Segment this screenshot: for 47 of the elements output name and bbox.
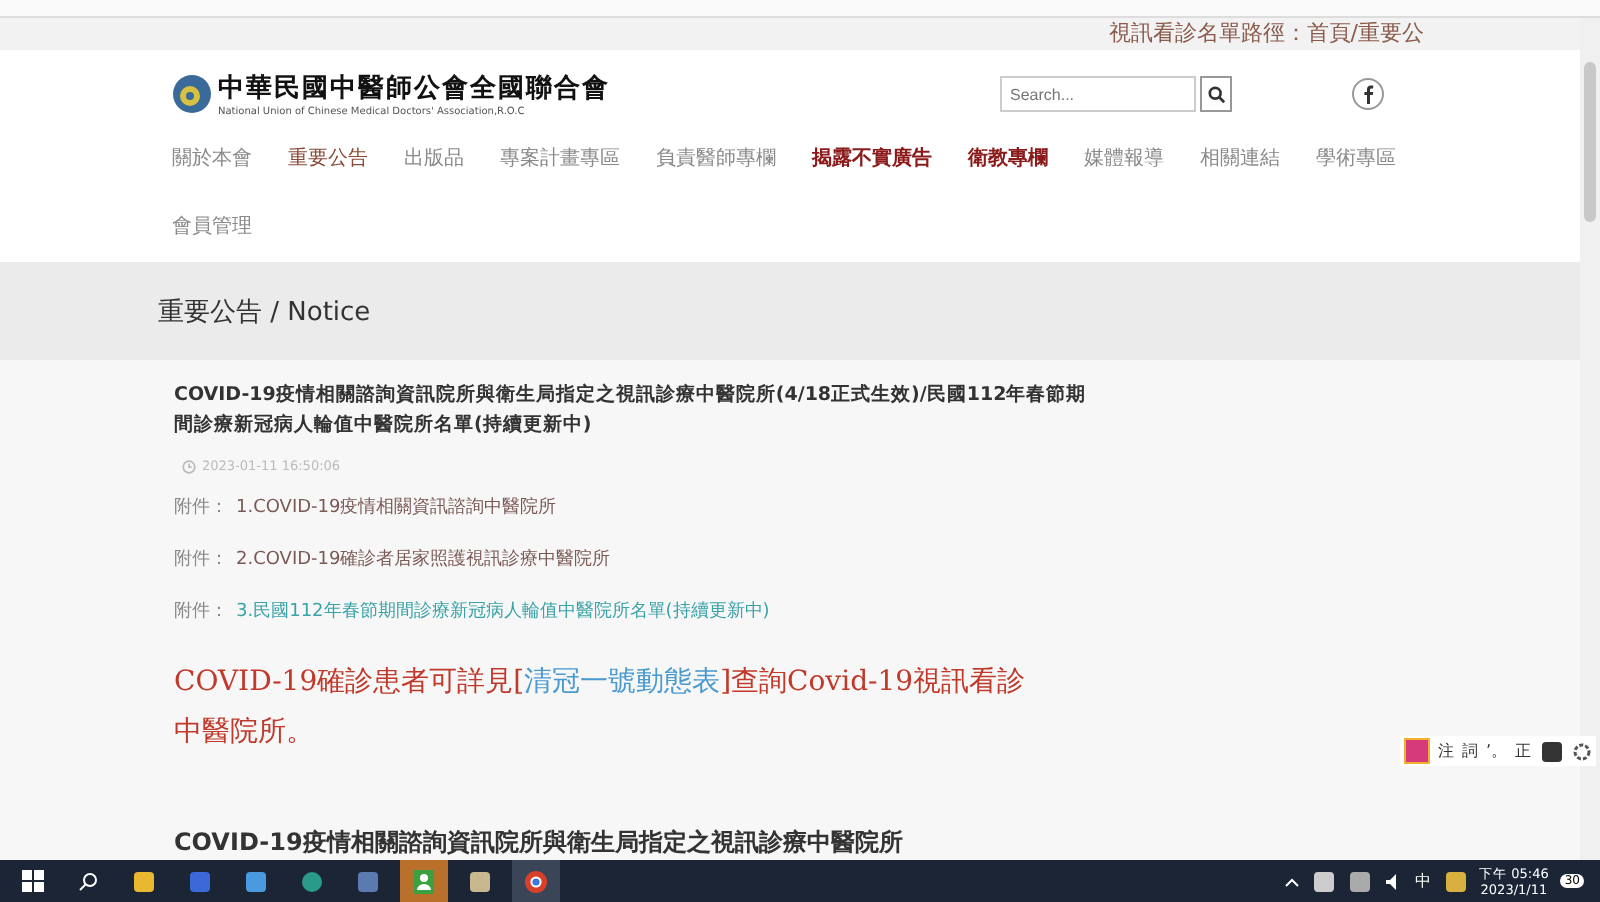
attachment-label: 附件： — [174, 599, 228, 626]
nav-link[interactable]: 衛教專欄 — [968, 126, 1084, 194]
ime-button[interactable]: ’。 — [1486, 740, 1508, 762]
settings-icon[interactable] — [1571, 741, 1592, 761]
tray-icon — [1311, 869, 1336, 893]
nav-link[interactable]: 關於本會 — [172, 126, 288, 194]
chevron-up-icon[interactable] — [1283, 875, 1300, 887]
windows-icon — [21, 870, 43, 892]
chrome-app-button[interactable] — [512, 860, 560, 902]
person-icon — [414, 869, 434, 893]
input-language[interactable]: 中 — [1415, 870, 1432, 892]
post-title: COVID-19疫情相關諮詢資訊院所與衛生局指定之視訊診療中醫院所(4/18正式生效)/民國112年春節期間診療新冠病人輪值中醫院所名單(持續更新中) — [174, 381, 1089, 440]
scrollbar[interactable] — [1580, 18, 1600, 860]
app-icon — [188, 869, 212, 893]
marquee-text: 視訊看診名單路徑：首頁/重要公 — [1108, 18, 1424, 50]
toolbar-icon — [1539, 739, 1564, 763]
nav-link[interactable]: 相關連結 — [1200, 126, 1316, 194]
nav-link[interactable]: 媒體報導 — [1084, 126, 1200, 194]
facebook-button[interactable] — [1352, 78, 1384, 110]
search-button[interactable] — [1200, 76, 1232, 112]
next-post-title: COVID-19疫情相關諮詢資訊院所與衛生局指定之視訊診療中醫院所 — [174, 826, 905, 860]
nav-link[interactable]: 負責醫師專欄 — [656, 126, 812, 194]
nav-link[interactable]: 會員管理 — [172, 194, 288, 262]
attachment-link[interactable]: 2.COVID-19確診者居家照護視訊診療中醫院所 — [236, 534, 611, 586]
attachment-label: 附件： — [174, 547, 228, 574]
nav-link[interactable]: 學術專區 — [1316, 126, 1432, 194]
attachment-link[interactable]: 1.COVID-19疫情相關資訊諮詢中醫院所 — [236, 482, 557, 534]
app-icon — [356, 869, 380, 893]
attachment-label: 附件： — [174, 495, 228, 522]
page-title: 重要公告 / Notice — [158, 295, 371, 329]
tray-icon — [1443, 869, 1468, 893]
nav-link[interactable]: 出版品 — [404, 126, 500, 194]
search-icon — [78, 871, 98, 891]
nav-link[interactable]: 重要公告 — [288, 126, 404, 194]
notice-text: COVID-19確診患者可詳見[清冠一號動態表]查詢Covid-19視訊看診中醫院所。 — [174, 664, 1028, 752]
facebook-icon — [1362, 84, 1374, 104]
search-field[interactable]: Search... — [1000, 76, 1196, 112]
nav-link[interactable]: 揭露不實廣告 — [812, 126, 968, 194]
logo-title: 中華民國中醫師公會全國聯合會 — [218, 72, 610, 106]
ime-button[interactable]: 注 — [1438, 740, 1454, 762]
logo-icon — [172, 74, 212, 114]
ime-button[interactable]: 正 — [1515, 740, 1532, 762]
ime-button[interactable]: 詞 — [1462, 740, 1478, 762]
clock-icon — [182, 459, 196, 473]
search-icon — [1207, 85, 1225, 103]
contacts-app-button[interactable] — [400, 860, 448, 902]
nav-link[interactable]: 專案計畫專區 — [500, 126, 656, 194]
